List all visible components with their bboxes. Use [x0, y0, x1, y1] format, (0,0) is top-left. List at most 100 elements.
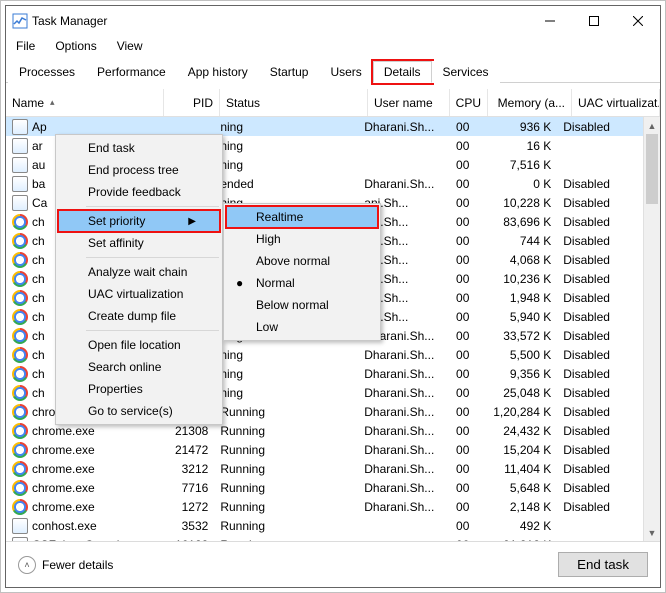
chrome-icon: [12, 290, 28, 306]
close-button[interactable]: [616, 6, 660, 36]
process-cpu: 00: [438, 538, 475, 542]
priority-normal[interactable]: ●Normal: [226, 272, 378, 294]
process-memory: 5,940 K: [475, 310, 557, 324]
table-row[interactable]: conhost.exe3532Running00492 K: [6, 516, 643, 535]
maximize-button[interactable]: [572, 6, 616, 36]
table-row[interactable]: chrome.exe21472RunningDharani.Sh...0015,…: [6, 440, 643, 459]
tab-details[interactable]: Details: [373, 61, 432, 83]
column-headers: Name▴ PID Status User name CPU Memory (a…: [6, 89, 660, 117]
process-cpu: 00: [438, 139, 475, 153]
process-memory: 492 K: [475, 519, 557, 533]
process-uac: Disabled: [557, 310, 643, 324]
ctx-end-process-tree[interactable]: End process tree: [58, 159, 220, 181]
exe-icon: [12, 176, 28, 192]
chrome-icon: [12, 423, 28, 439]
process-memory: 4,068 K: [475, 253, 557, 267]
process-memory: 10,236 K: [475, 272, 557, 286]
priority-above-normal[interactable]: Above normal: [226, 250, 378, 272]
tab-processes[interactable]: Processes: [8, 61, 86, 83]
header-uac[interactable]: UAC virtualizat...: [572, 89, 660, 116]
process-uac: Disabled: [557, 177, 643, 191]
ctx-set-priority[interactable]: Set priority▶: [58, 210, 220, 232]
priority-low[interactable]: Low: [226, 316, 378, 338]
scroll-thumb[interactable]: [646, 134, 658, 204]
process-status: Running: [214, 405, 358, 419]
table-row[interactable]: chrome.exe3212RunningDharani.Sh...0011,4…: [6, 459, 643, 478]
process-pid: 7716: [160, 481, 215, 495]
header-user[interactable]: User name: [368, 89, 450, 116]
ctx-provide-feedback[interactable]: Provide feedback: [58, 181, 220, 203]
menu-options[interactable]: Options: [51, 39, 100, 53]
process-pid: 21308: [160, 424, 215, 438]
process-user: Dharani.Sh...: [358, 443, 438, 457]
ctx-open-file-location[interactable]: Open file location: [58, 334, 220, 356]
process-memory: 16 K: [475, 139, 557, 153]
priority-below-normal[interactable]: Below normal: [226, 294, 378, 316]
process-name: ch: [32, 234, 45, 248]
process-cpu: 00: [438, 177, 475, 191]
process-pid: 3532: [160, 519, 215, 533]
tab-startup[interactable]: Startup: [259, 61, 320, 83]
process-name: chrome.exe: [32, 443, 95, 457]
ctx-go-to-services[interactable]: Go to service(s): [58, 400, 220, 422]
process-cpu: 00: [438, 234, 475, 248]
process-uac: Disabled: [557, 481, 643, 495]
tab-app-history[interactable]: App history: [177, 61, 259, 83]
process-cpu: 00: [438, 443, 475, 457]
menu-file[interactable]: File: [12, 39, 39, 53]
tab-users[interactable]: Users: [319, 61, 372, 83]
task-manager-icon: [12, 13, 28, 29]
process-user: Dharani.Sh...: [358, 500, 438, 514]
scroll-down-button[interactable]: ▼: [644, 524, 660, 541]
process-pid: 1272: [160, 500, 215, 514]
chrome-icon: [12, 499, 28, 515]
table-row[interactable]: chrome.exe1272RunningDharani.Sh...002,14…: [6, 497, 643, 516]
chrome-icon: [12, 214, 28, 230]
ctx-end-task[interactable]: End task: [58, 137, 220, 159]
ctx-properties[interactable]: Properties: [58, 378, 220, 400]
vertical-scrollbar[interactable]: ▲ ▼: [643, 117, 660, 541]
table-row[interactable]: chrome.exe7716RunningDharani.Sh...005,64…: [6, 478, 643, 497]
header-status[interactable]: Status: [220, 89, 368, 116]
process-cpu: 00: [438, 386, 475, 400]
titlebar: Task Manager: [6, 6, 660, 36]
process-cpu: 00: [438, 519, 475, 533]
header-memory[interactable]: Memory (a...: [488, 89, 572, 116]
process-memory: 0 K: [475, 177, 557, 191]
header-pid[interactable]: PID: [164, 89, 220, 116]
tab-performance[interactable]: Performance: [86, 61, 177, 83]
fewer-details-toggle[interactable]: ˄ Fewer details: [18, 556, 113, 574]
chrome-icon: [12, 271, 28, 287]
ctx-set-affinity[interactable]: Set affinity: [58, 232, 220, 254]
process-status: ning: [214, 139, 358, 153]
ctx-search-online[interactable]: Search online: [58, 356, 220, 378]
process-uac: Disabled: [557, 348, 643, 362]
chrome-icon: [12, 385, 28, 401]
chrome-icon: [12, 309, 28, 325]
process-memory: 1,948 K: [475, 291, 557, 305]
process-user: Dharani.Sh...: [358, 405, 438, 419]
process-memory: 33,572 K: [475, 329, 557, 343]
header-cpu[interactable]: CPU: [450, 89, 488, 116]
sort-ascending-icon: ▴: [50, 97, 55, 108]
process-status: ning: [214, 348, 358, 362]
process-user: Dharani.Sh...: [358, 386, 438, 400]
menubar: File Options View: [6, 36, 660, 56]
ctx-create-dump-file[interactable]: Create dump file: [58, 305, 220, 327]
priority-realtime[interactable]: Realtime: [226, 206, 378, 228]
ctx-uac-virtualization[interactable]: UAC virtualization: [58, 283, 220, 305]
priority-high[interactable]: High: [226, 228, 378, 250]
process-uac: Disabled: [557, 120, 643, 134]
process-user: Dharani.Sh...: [358, 481, 438, 495]
table-row[interactable]: CSFalconContainer.e16128Running0091,812 …: [6, 535, 643, 541]
scroll-up-button[interactable]: ▲: [644, 117, 660, 134]
exe-icon: [12, 518, 28, 534]
menu-view[interactable]: View: [113, 39, 147, 53]
end-task-button[interactable]: End task: [558, 552, 648, 577]
tab-services[interactable]: Services: [432, 61, 500, 83]
minimize-button[interactable]: [528, 6, 572, 36]
header-name[interactable]: Name▴: [6, 89, 164, 116]
ctx-analyze-wait-chain[interactable]: Analyze wait chain: [58, 261, 220, 283]
process-uac: Disabled: [557, 443, 643, 457]
process-cpu: 00: [438, 329, 475, 343]
